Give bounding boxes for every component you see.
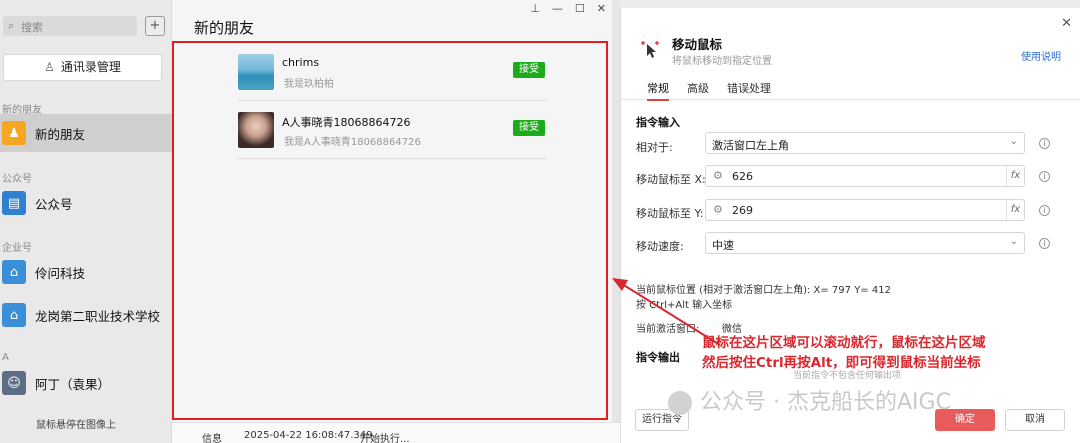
- tab-error-handling[interactable]: 错误处理: [727, 80, 771, 96]
- mouse-position-readout: 当前鼠标位置 (相对于激活窗口左上角): X= 797 Y= 412: [636, 285, 891, 296]
- friend-name: A人事晓青18068864726: [282, 116, 411, 129]
- info-icon[interactable]: i: [1039, 138, 1050, 149]
- section-output-heading: 指令输出: [636, 351, 680, 364]
- sidebar-item-contact[interactable]: ☺ 阿丁（袁果）: [0, 364, 172, 402]
- sidebar-item-company-2[interactable]: ⌂ 龙岗第二职业技术学校: [0, 296, 172, 334]
- sidebar-item-company-1[interactable]: ⌂ 伶问科技: [0, 253, 172, 291]
- y-label: 移动鼠标至 Y:: [636, 207, 704, 220]
- fx-button[interactable]: fx: [1006, 166, 1024, 186]
- add-contact-button[interactable]: +: [145, 16, 165, 36]
- accept-button[interactable]: 接受: [513, 120, 545, 136]
- relative-value: 激活窗口左上角: [712, 139, 789, 152]
- active-window-label: 当前激活窗口:: [636, 324, 700, 335]
- pin-icon[interactable]: ⊥: [530, 2, 540, 15]
- window-controls: ⊥ — ☐ ✕: [530, 2, 606, 15]
- friend-message: 我是A人事晓青18068864726: [284, 137, 421, 148]
- scroll-region-highlight[interactable]: chrims 我是玖柏柏 接受 A人事晓青18068864726 我是A人事晓青…: [172, 41, 608, 420]
- coordinate-hint: 按 Ctrl+Alt 输入坐标: [636, 300, 733, 311]
- sidebar-item-label: 阿丁（袁果）: [35, 376, 111, 392]
- section-letter-a: A: [2, 352, 9, 363]
- mouse-move-icon: [641, 41, 659, 58]
- info-icon[interactable]: i: [1039, 171, 1050, 182]
- avatar: ☺: [2, 371, 26, 395]
- list-item[interactable]: A人事晓青18068864726 我是A人事晓青18068864726 接受: [238, 103, 547, 159]
- close-icon[interactable]: ✕: [597, 2, 606, 15]
- section-input-heading: 指令输入: [636, 116, 680, 129]
- fx-button[interactable]: fx: [1006, 200, 1024, 220]
- cancel-button[interactable]: 取消: [1005, 409, 1065, 431]
- accept-button[interactable]: 接受: [513, 62, 545, 78]
- y-input[interactable]: ⚙ 269 fx: [705, 199, 1025, 221]
- background-window: [612, 0, 620, 443]
- maximize-icon[interactable]: ☐: [575, 2, 585, 15]
- page-title: 新的朋友: [194, 19, 255, 37]
- sidebar-item-label: 龙岗第二职业技术学校: [35, 308, 161, 324]
- log-level: 信息: [202, 434, 222, 443]
- chevron-down-icon: ⌄: [1009, 236, 1018, 247]
- tab-general[interactable]: 常规: [647, 80, 669, 101]
- search-input[interactable]: ⌕ 搜索: [3, 16, 137, 36]
- contacts-manage-label: 通讯录管理: [60, 60, 121, 74]
- dialog-title: 移动鼠标: [672, 37, 723, 52]
- friend-name: chrims: [282, 56, 320, 69]
- minimize-icon[interactable]: —: [552, 2, 563, 15]
- info-icon[interactable]: i: [1039, 238, 1050, 249]
- screen: ⌕ 搜索 + ♙ 通讯录管理 新的朋友 ♟ 新的朋友 公众号 ▤ 公众号 企业号 …: [0, 0, 1080, 443]
- speed-label: 移动速度:: [636, 240, 684, 253]
- chevron-down-icon: ⌄: [1009, 136, 1018, 147]
- annotation-text-2: 然后按住Ctrl再按Alt，即可得到鼠标当前坐标: [702, 355, 981, 371]
- tab-advanced[interactable]: 高级: [687, 80, 709, 96]
- move-mouse-dialog: ✕ 移动鼠标 将鼠标移动到指定位置 使用说明 常规 高级 错误处理 指令输入 相…: [620, 8, 1080, 443]
- log-time: 2025-04-22 16:08:47.349: [244, 430, 373, 441]
- sidebar-item-label: 伶问科技: [35, 265, 86, 281]
- log-message: 开始执行...: [360, 434, 410, 443]
- help-link[interactable]: 使用说明: [1021, 48, 1061, 63]
- search-placeholder: 搜索: [21, 21, 43, 34]
- speed-select[interactable]: 中速 ⌄: [705, 232, 1025, 254]
- search-icon: ⌕: [8, 19, 15, 32]
- friend-avatar: [238, 112, 274, 148]
- close-icon[interactable]: ✕: [1061, 16, 1072, 31]
- section-official: 公众号: [2, 174, 32, 185]
- info-icon[interactable]: i: [1039, 205, 1050, 216]
- building-icon: ⌂: [2, 303, 26, 327]
- x-label: 移动鼠标至 X:: [636, 173, 706, 186]
- tab-bar: 常规 高级 错误处理: [621, 78, 1080, 101]
- friend-message: 我是玖柏柏: [284, 79, 334, 90]
- variable-icon: ⚙: [713, 169, 723, 182]
- watermark-text: 公众号 · 杰克船长的AIGC: [700, 390, 951, 415]
- building-icon: ⌂: [2, 260, 26, 284]
- section-enterprise: 企业号: [2, 243, 32, 254]
- user-icon: ♙: [44, 60, 55, 74]
- log-row: 信息 2025-04-22 16:08:47.349 开始执行...: [172, 422, 620, 443]
- y-value: 269: [732, 204, 753, 217]
- x-input[interactable]: ⚙ 626 fx: [705, 165, 1025, 187]
- official-account-icon: ▤: [2, 191, 26, 215]
- watermark: 公众号 · 杰克船长的AIGC: [668, 384, 951, 416]
- list-item[interactable]: chrims 我是玖柏柏 接受: [238, 45, 547, 101]
- x-value: 626: [732, 170, 753, 183]
- new-friends-panel: 新的朋友 ⊥ — ☐ ✕ chrims 我是玖柏柏 接受 A人事晓青180688…: [172, 0, 612, 443]
- variable-icon: ⚙: [713, 203, 723, 216]
- relative-label: 相对于:: [636, 141, 673, 154]
- friend-avatar: [238, 54, 274, 90]
- hover-hint-text: 鼠标悬停在图像上: [36, 420, 116, 431]
- contacts-manage-button[interactable]: ♙ 通讯录管理: [3, 54, 162, 81]
- annotation-text-1: 鼠标在这片区域可以滚动就行，鼠标在这片区域: [702, 335, 986, 351]
- sidebar-item-new-friends[interactable]: ♟ 新的朋友: [0, 114, 172, 152]
- contacts-sidebar: ⌕ 搜索 + ♙ 通讯录管理 新的朋友 ♟ 新的朋友 公众号 ▤ 公众号 企业号 …: [0, 0, 172, 443]
- new-friend-icon: ♟: [2, 121, 26, 145]
- hover-hint: 鼠标悬停在图像上: [0, 416, 172, 431]
- sidebar-item-official[interactable]: ▤ 公众号: [0, 184, 172, 222]
- speed-value: 中速: [712, 239, 734, 252]
- relative-select[interactable]: 激活窗口左上角 ⌄: [705, 132, 1025, 154]
- dialog-subtitle: 将鼠标移动到指定位置: [672, 56, 772, 67]
- wechat-icon: [668, 391, 692, 415]
- sidebar-item-label: 新的朋友: [35, 126, 86, 142]
- sidebar-item-label: 公众号: [35, 196, 73, 212]
